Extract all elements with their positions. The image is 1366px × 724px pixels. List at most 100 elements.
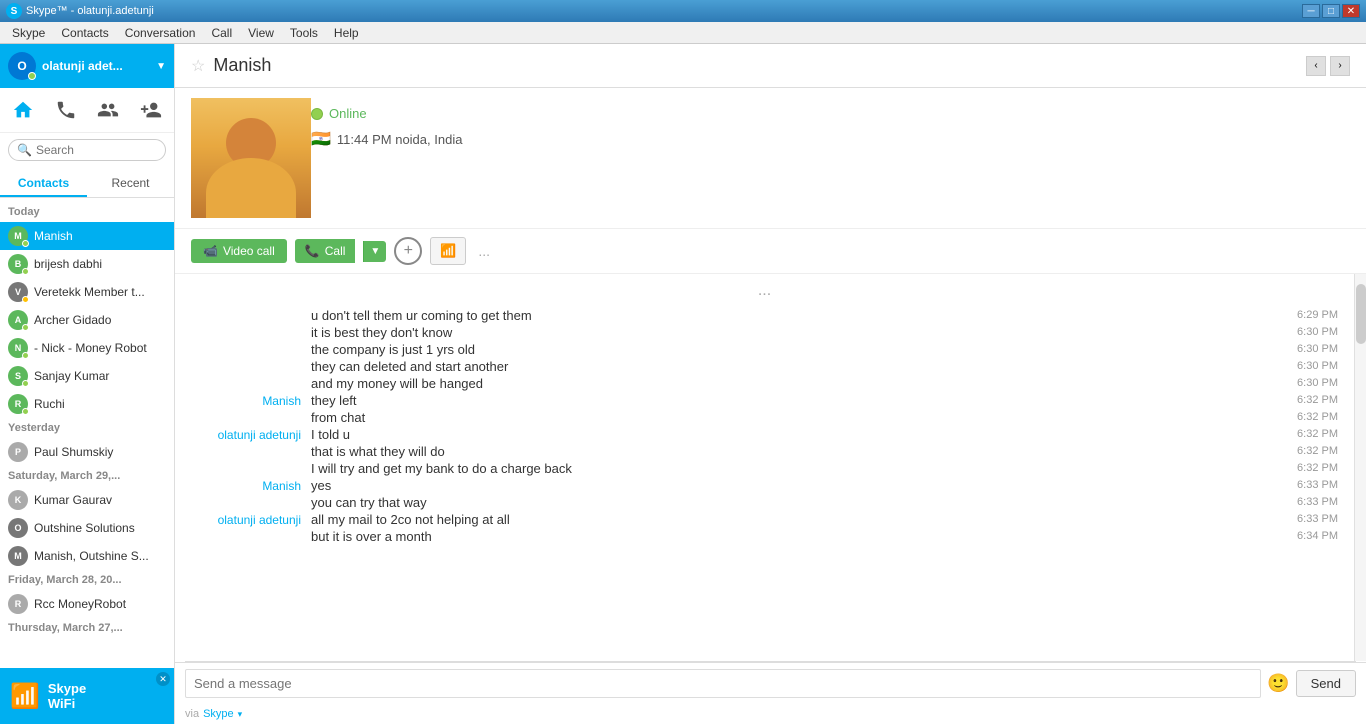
- header-next-btn[interactable]: ›: [1330, 56, 1350, 76]
- message-sender: [191, 376, 301, 391]
- wifi-info: Skype WiFi: [48, 681, 86, 711]
- contact-item-nick[interactable]: N - Nick - Money Robot: [0, 334, 174, 362]
- tab-recent[interactable]: Recent: [87, 171, 174, 197]
- more-options-button[interactable]: ...: [478, 243, 490, 259]
- menu-tools[interactable]: Tools: [282, 24, 326, 42]
- maximize-btn[interactable]: □: [1322, 4, 1340, 18]
- search-box: 🔍: [8, 139, 166, 161]
- message-time: 6:32 PM: [1278, 410, 1338, 425]
- chat-scrollbar[interactable]: [1354, 274, 1366, 661]
- message-time: 6:33 PM: [1278, 495, 1338, 510]
- message-time: 6:32 PM: [1278, 393, 1338, 408]
- status-dot-sanjay: [22, 380, 29, 387]
- chat-scrollbar-thumb[interactable]: [1356, 284, 1366, 344]
- close-btn[interactable]: ✕: [1342, 4, 1360, 18]
- wifi-close-button[interactable]: ✕: [156, 672, 170, 686]
- avatar-brijesh: B: [8, 254, 28, 274]
- message-sender: olatunji adetunji: [191, 512, 301, 527]
- avatar-archer: A: [8, 310, 28, 330]
- message-time: 6:30 PM: [1278, 325, 1338, 340]
- message-text: but it is over a month: [311, 529, 1278, 544]
- call-icon[interactable]: [53, 96, 80, 124]
- menu-skype[interactable]: Skype: [4, 24, 53, 42]
- profile-bar[interactable]: O olatunji adet... ▼: [0, 44, 174, 88]
- status-dot-nick: [22, 352, 29, 359]
- signal-strength-button[interactable]: 📶: [430, 237, 466, 265]
- contact-item-rcc[interactable]: R Rcc MoneyRobot: [0, 590, 174, 618]
- contact-name-sanjay: Sanjay Kumar: [34, 369, 109, 383]
- chat-container: ... u don't tell them ur coming to get t…: [175, 274, 1366, 661]
- video-call-button[interactable]: 📹 Video call: [191, 239, 287, 263]
- menu-help[interactable]: Help: [326, 24, 367, 42]
- tab-contacts[interactable]: Contacts: [0, 171, 87, 197]
- call-button[interactable]: 📞 Call: [295, 239, 356, 263]
- chat-message-row: the company is just 1 yrs old6:30 PM: [191, 342, 1338, 357]
- chat-message-row: Manishyes6:33 PM: [191, 478, 1338, 493]
- contact-item-manish-outshine[interactable]: M Manish, Outshine S...: [0, 542, 174, 570]
- menu-view[interactable]: View: [240, 24, 282, 42]
- contact-name-manish-outshine: Manish, Outshine S...: [34, 549, 149, 563]
- contact-list: Today M Manish B brijesh dabhi V Veretek…: [0, 198, 174, 668]
- message-sender: [191, 461, 301, 476]
- message-text: it is best they don't know: [311, 325, 1278, 340]
- contact-photo: [191, 98, 311, 218]
- header-prev-btn[interactable]: ‹: [1306, 56, 1326, 76]
- avatar-manish: M: [8, 226, 28, 246]
- contact-item-outshine[interactable]: O Outshine Solutions: [0, 514, 174, 542]
- favorite-star-icon[interactable]: ☆: [191, 56, 205, 76]
- search-icon: 🔍: [17, 143, 32, 157]
- message-time: 6:32 PM: [1278, 427, 1338, 442]
- profile-name: olatunji adet...: [42, 59, 156, 73]
- contact-item-ruchi[interactable]: R Ruchi: [0, 390, 174, 418]
- via-text: via: [185, 708, 199, 720]
- contact-item-paul[interactable]: P Paul Shumskiy: [0, 438, 174, 466]
- wifi-label: Skype: [48, 681, 86, 696]
- app-body: O olatunji adet... ▼ 🔍: [0, 44, 1366, 724]
- emoji-button[interactable]: 🙂: [1267, 673, 1289, 694]
- menu-call[interactable]: Call: [203, 24, 240, 42]
- video-icon: 📹: [203, 244, 218, 258]
- message-sender: olatunji adetunji: [191, 427, 301, 442]
- profile-chevron-icon[interactable]: ▼: [156, 61, 166, 72]
- chat-message-row: and my money will be hanged6:30 PM: [191, 376, 1338, 391]
- section-thursday: Thursday, March 27,...: [0, 618, 174, 638]
- message-text: and my money will be hanged: [311, 376, 1278, 391]
- chat-message-row: olatunji adetunji all my mail to 2co not …: [191, 512, 1338, 527]
- avatar-veretekk: V: [8, 282, 28, 302]
- contact-item-veretekk[interactable]: V Veretekk Member t...: [0, 278, 174, 306]
- message-time: 6:30 PM: [1278, 342, 1338, 357]
- menu-conversation[interactable]: Conversation: [117, 24, 204, 42]
- send-button[interactable]: Send: [1296, 670, 1356, 697]
- contact-item-brijesh[interactable]: B brijesh dabhi: [0, 250, 174, 278]
- contact-item-sanjay[interactable]: S Sanjay Kumar: [0, 362, 174, 390]
- contact-name-paul: Paul Shumskiy: [34, 445, 113, 459]
- contact-name-veretekk: Veretekk Member t...: [34, 285, 145, 299]
- titlebar: S Skype™ - olatunji.adetunji ─ □ ✕: [0, 0, 1366, 22]
- search-input[interactable]: [36, 143, 191, 157]
- message-sender: [191, 359, 301, 374]
- message-input[interactable]: [185, 669, 1261, 698]
- add-to-call-button[interactable]: +: [394, 237, 422, 265]
- call-dropdown-button[interactable]: ▼: [363, 241, 386, 262]
- status-dot-manish: [22, 240, 29, 247]
- contact-item-archer[interactable]: A Archer Gidado: [0, 306, 174, 334]
- contact-item-kumar[interactable]: K Kumar Gaurav: [0, 486, 174, 514]
- status-dot-ruchi: [22, 408, 29, 415]
- chat-message-row: that is what they will do6:32 PM: [191, 444, 1338, 459]
- section-today: Today: [0, 202, 174, 222]
- home-icon[interactable]: [10, 96, 37, 124]
- contact-item-manish[interactable]: M Manish: [0, 222, 174, 250]
- wifi-icon: 📶: [10, 682, 40, 711]
- avatar-nick: N: [8, 338, 28, 358]
- avatar-rcc: R: [8, 594, 28, 614]
- minimize-btn[interactable]: ─: [1302, 4, 1320, 18]
- via-bar: via Skype ▾: [175, 704, 1366, 724]
- wifi-sublabel: WiFi: [48, 696, 86, 711]
- menu-contacts[interactable]: Contacts: [53, 24, 116, 42]
- via-skype-link[interactable]: Skype: [203, 708, 234, 720]
- contact-name-brijesh: brijesh dabhi: [34, 257, 102, 271]
- message-text: all my mail to 2co not helping at all: [311, 512, 1278, 527]
- chat-message-row: I will try and get my bank to do a charg…: [191, 461, 1338, 476]
- add-contact-icon[interactable]: [138, 96, 165, 124]
- contacts-icon[interactable]: [95, 96, 122, 124]
